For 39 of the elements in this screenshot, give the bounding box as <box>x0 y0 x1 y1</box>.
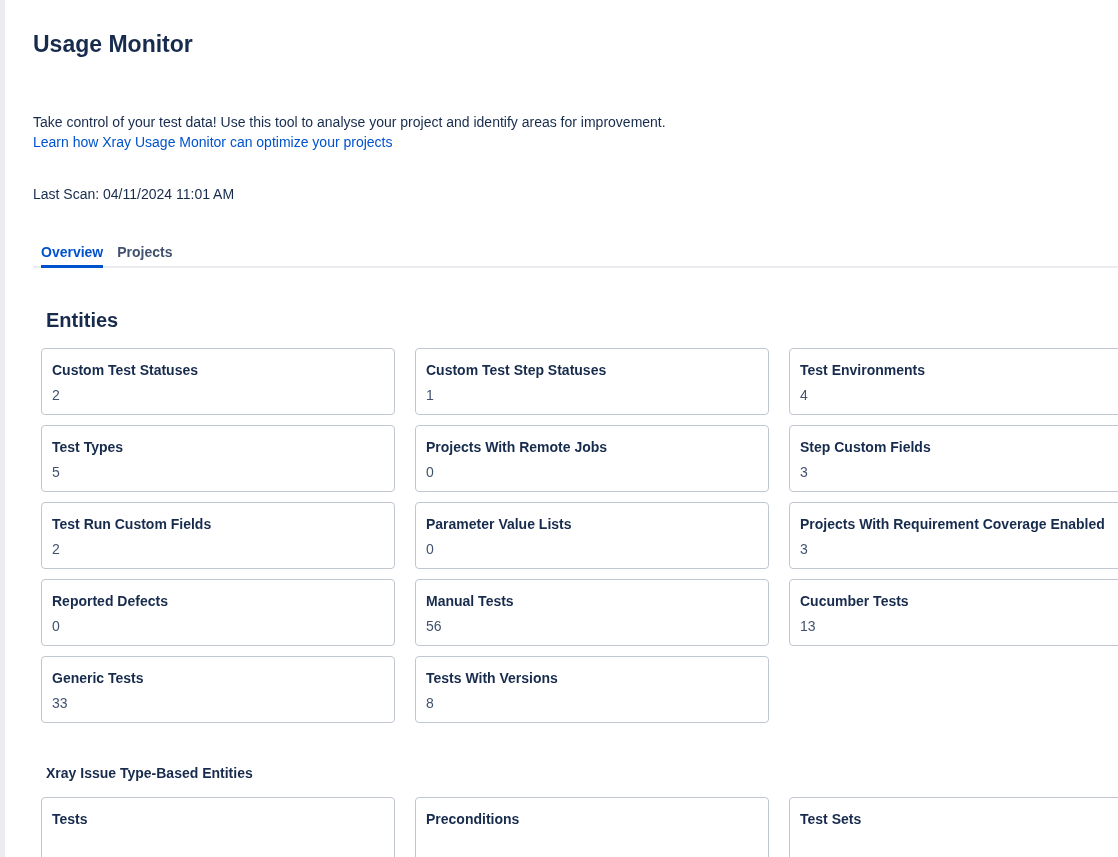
page-title: Usage Monitor <box>33 30 194 59</box>
stat-label: Parameter Value Lists <box>426 515 573 534</box>
stat-value: 2 <box>52 386 61 405</box>
stat-label: Reported Defects <box>52 592 169 611</box>
stat-value: 5 <box>52 463 61 482</box>
stat-value: 0 <box>426 463 435 482</box>
section-heading: Xray Issue Type-Based Entities <box>45 764 254 783</box>
section-heading: Entities <box>45 308 120 333</box>
stat-label: Projects With Requirement Coverage Enabled <box>800 515 1106 534</box>
stat-value: 8 <box>426 694 435 713</box>
tab[interactable]: Projects <box>117 240 173 268</box>
description-text: Take control of your test data! Use this tool to analyse your project and identify areas for improvement. Learn how Xray Usage Monitor can optimize your projects <box>33 113 667 152</box>
stat-label: Manual Tests <box>426 592 515 611</box>
stat-value: 2 <box>52 540 61 559</box>
last-scan-text: Last Scan: 04/11/2024 11:01 AM <box>33 185 236 204</box>
stat-label: Preconditions <box>426 810 521 829</box>
stat-label: Tests With Versions <box>426 669 559 688</box>
stat-value: 13 <box>800 617 817 636</box>
stat-value: 4 <box>800 386 809 405</box>
learn-more-link[interactable]: Learn how Xray Usage Monitor can optimize your projects <box>33 134 393 150</box>
stat-value: 3 <box>800 463 809 482</box>
stat-value: 0 <box>426 540 435 559</box>
stat-label: Tests <box>52 810 89 829</box>
stat-value: 1 <box>426 386 435 405</box>
stat-label: Test Run Custom Fields <box>52 515 213 534</box>
stat-value: 3 <box>800 540 809 559</box>
stat-label: Custom Test Step Statuses <box>426 361 608 380</box>
stat-value: 56 <box>426 617 443 636</box>
tab[interactable]: Overview <box>41 240 104 268</box>
stat-value: 33 <box>52 694 69 713</box>
stat-value: 0 <box>52 617 61 636</box>
stat-label: Test Environments <box>800 361 926 380</box>
stat-label: Test Types <box>52 438 125 457</box>
stat-label: Step Custom Fields <box>800 438 932 457</box>
stat-label: Test Sets <box>800 810 863 829</box>
stat-label: Cucumber Tests <box>800 592 910 611</box>
stat-label: Projects With Remote Jobs <box>426 438 609 457</box>
stat-label: Custom Test Statuses <box>52 361 199 380</box>
stat-label: Generic Tests <box>52 669 145 688</box>
